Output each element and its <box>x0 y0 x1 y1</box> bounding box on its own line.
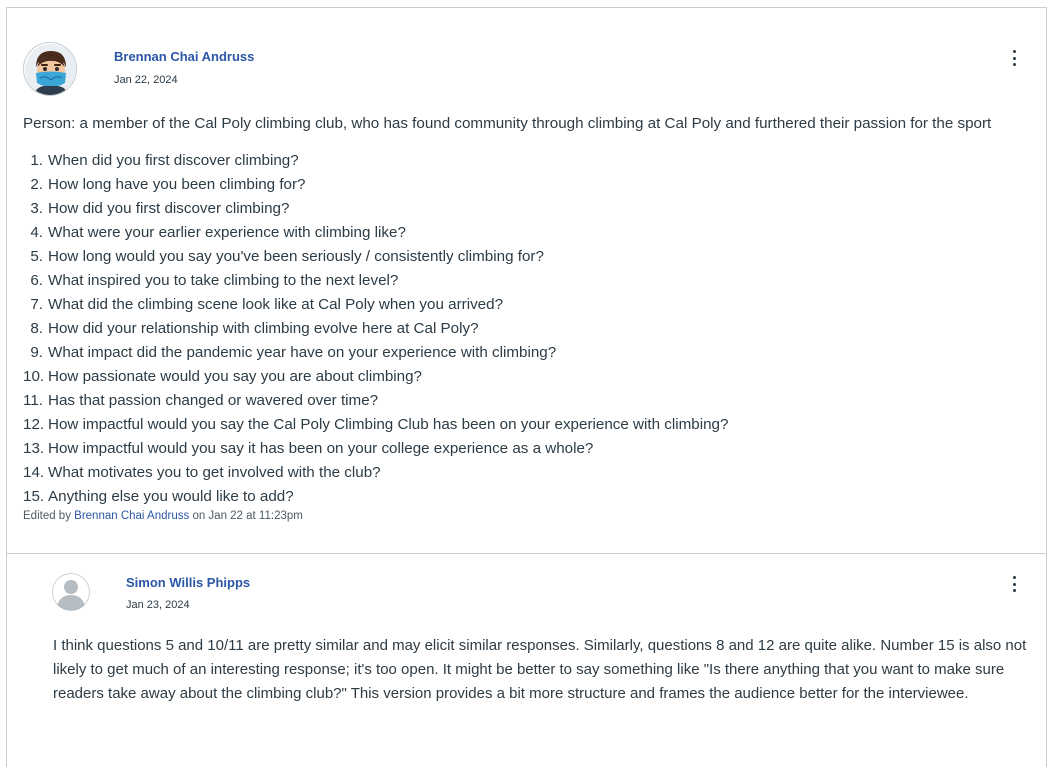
list-item: 3. How did you first discover climbing? <box>30 200 290 217</box>
list-item: 2. How long have you been climbing for? <box>30 176 306 193</box>
list-item: 13. How impactful would you say it has be… <box>23 440 594 457</box>
reply-date: Jan 23, 2024 <box>126 599 190 611</box>
reply-post: Simon Willis Phipps Jan 23, 2024 I think… <box>7 554 1046 774</box>
question-list: 1. When did you first discover climbing? … <box>23 149 728 509</box>
post-author-link[interactable]: Brennan Chai Andruss <box>114 49 254 64</box>
list-item: 6. What inspired you to take climbing to … <box>30 272 399 289</box>
list-item: 10. How passionate would you say you are … <box>23 368 422 385</box>
discussion-thread: Brennan Chai Andruss Jan 22, 2024 Person… <box>6 7 1047 767</box>
list-item: 9. What impact did the pandemic year have… <box>30 344 557 361</box>
reply-body: I think questions 5 and 10/11 are pretty… <box>53 637 1027 702</box>
list-item: 12. How impactful would you say the Cal P… <box>23 416 729 433</box>
list-item: 8. How did your relationship with climbin… <box>30 320 479 337</box>
edited-note: Edited by Brennan Chai Andruss on Jan 22… <box>23 510 303 522</box>
reply-author-link[interactable]: Simon Willis Phipps <box>126 575 250 590</box>
kebab-menu-icon[interactable] <box>1007 48 1021 68</box>
list-item: 1. When did you first discover climbing? <box>30 152 299 169</box>
list-item: 14. What motivates you to get involved wi… <box>23 464 381 481</box>
edited-by-link[interactable]: Brennan Chai Andruss <box>74 510 189 522</box>
main-post: Brennan Chai Andruss Jan 22, 2024 Person… <box>7 8 1046 554</box>
list-item: 4. What were your earlier experience with… <box>30 224 406 241</box>
post-date: Jan 22, 2024 <box>114 74 178 86</box>
default-user-icon[interactable] <box>52 573 90 611</box>
avatar-cartoon-icon[interactable] <box>23 42 77 96</box>
list-item: 7. What did the climbing scene look like … <box>30 296 504 313</box>
list-item: 5. How long would you say you've been ser… <box>30 248 544 265</box>
list-item: 11. Has that passion changed or wavered o… <box>23 392 379 409</box>
post-intro: Person: a member of the Cal Poly climbin… <box>23 115 992 132</box>
kebab-menu-icon[interactable] <box>1007 574 1021 594</box>
list-item: 15. Anything else you would like to add? <box>23 488 294 505</box>
